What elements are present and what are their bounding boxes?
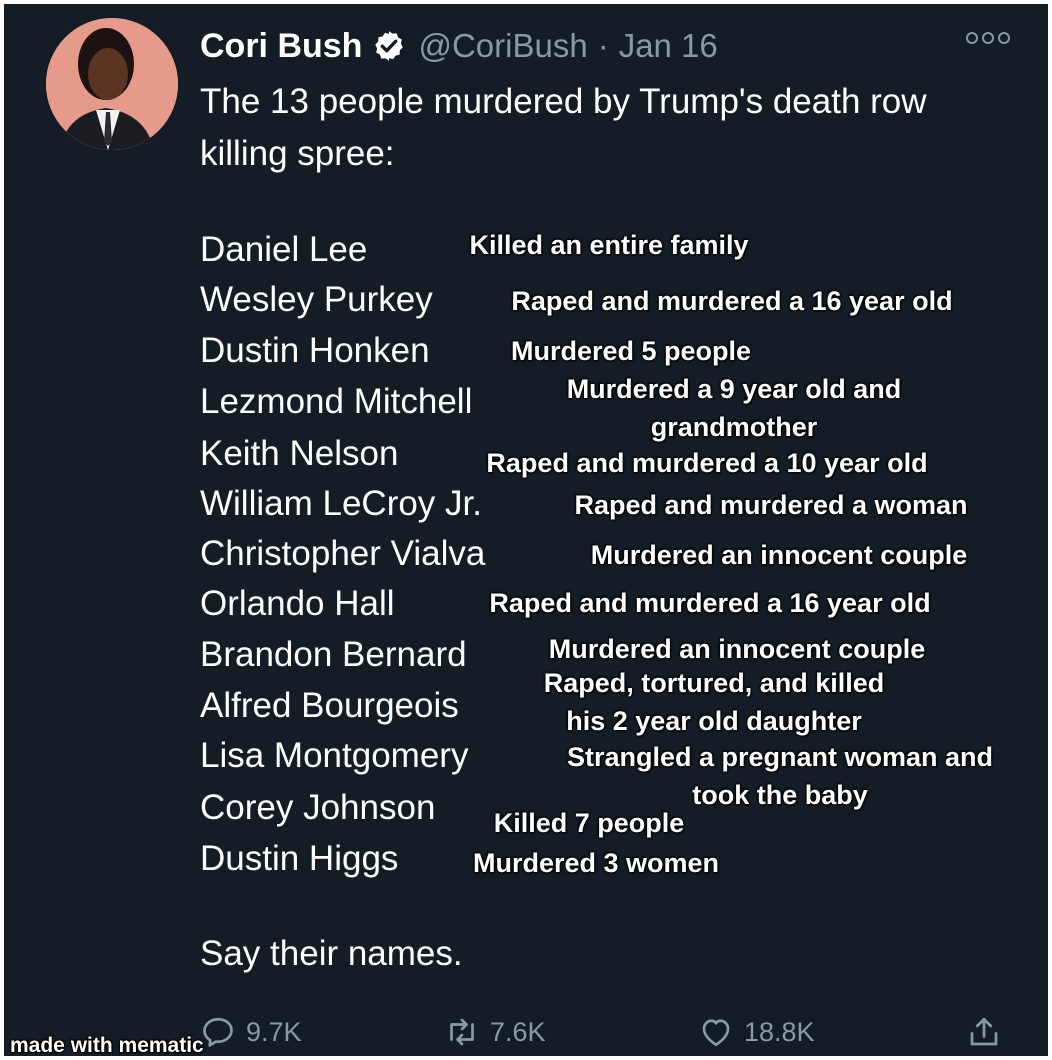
verified-badge-icon xyxy=(375,31,404,61)
tweet: Cori Bush @CoriBush · Jan 16 The 13 peop… xyxy=(4,4,1048,1056)
tweet-intro-text: The 13 people murdered by Trump's death … xyxy=(200,82,927,173)
crime-annotation-line: Raped, tortured, and killed xyxy=(543,668,885,698)
reply-count: 9.7K xyxy=(246,1016,302,1047)
crime-annotation: Raped and murdered a 16 year old xyxy=(450,586,970,620)
crime-annotation-line: Murdered 3 women xyxy=(472,848,720,878)
victim-name: Lezmond Mitchell xyxy=(200,382,473,421)
victim-name: Alfred Bourgeois xyxy=(200,686,459,725)
header-separator: · xyxy=(597,27,609,64)
victim-name: Daniel Lee xyxy=(200,230,368,269)
like-count: 18.8K xyxy=(744,1016,815,1047)
author-handle[interactable]: @CoriBush xyxy=(418,27,587,65)
victim-name: Brandon Bernard xyxy=(200,635,467,674)
tweet-outro-text: Say their names. xyxy=(200,934,463,973)
crime-annotation-line: Murdered 5 people xyxy=(510,336,752,366)
crime-annotation: Raped and murdered a 16 year old xyxy=(472,284,992,318)
crime-annotation: Murdered a 9 year old and grandmother xyxy=(524,370,944,446)
crime-annotation-line: Raped and murdered a 16 year old xyxy=(489,588,931,618)
share-button[interactable] xyxy=(966,1014,1002,1055)
watermark: made with mematic xyxy=(10,1034,204,1057)
avatar[interactable] xyxy=(46,18,178,150)
victim-name: Corey Johnson xyxy=(200,788,436,827)
heart-icon xyxy=(702,1019,730,1047)
crime-annotation: Raped and murdered a woman xyxy=(536,488,1006,522)
crime-annotation-line: Killed 7 people xyxy=(493,808,685,838)
like-button[interactable]: 18.8K xyxy=(698,1014,815,1050)
crime-annotation: Murdered 5 people xyxy=(486,334,776,368)
reply-button[interactable]: 9.7K xyxy=(200,1014,302,1050)
author-name[interactable]: Cori Bush xyxy=(200,27,362,66)
tweet-header: Cori Bush @CoriBush · Jan 16 xyxy=(200,24,718,68)
crime-annotation: Killed an entire family xyxy=(444,228,774,262)
crime-annotation: Murdered 3 women xyxy=(446,846,746,880)
crime-annotation-line: Raped and murdered a 16 year old xyxy=(511,286,953,316)
crime-annotation: Murdered an innocent couple xyxy=(554,538,1004,572)
crime-annotation-line: Murdered a 9 year old and xyxy=(566,374,902,404)
share-icon xyxy=(970,1017,998,1046)
victim-name: Lisa Montgomery xyxy=(200,736,469,775)
crime-annotation-line: Murdered an innocent couple xyxy=(590,540,968,570)
retweet-icon xyxy=(450,1018,474,1046)
crime-annotation-line: Strangled a pregnant woman and xyxy=(566,742,994,772)
victim-name: Keith Nelson xyxy=(200,434,399,473)
retweet-button[interactable]: 7.6K xyxy=(444,1014,546,1050)
crime-annotation-line: his 2 year old daughter xyxy=(566,706,862,736)
victim-name: Wesley Purkey xyxy=(200,280,433,319)
reply-icon xyxy=(203,1017,233,1047)
crime-annotation: Killed 7 people xyxy=(474,806,704,840)
crime-annotation: Murdered an innocent couple xyxy=(512,632,962,666)
crime-annotation-line: Raped and murdered a 10 year old xyxy=(486,448,928,478)
victim-name: Christopher Vialva xyxy=(200,534,486,573)
crime-annotation-line: Raped and murdered a woman xyxy=(574,490,968,520)
crime-annotation: Strangled a pregnant woman and took the b… xyxy=(522,738,1038,814)
more-options-icon[interactable] xyxy=(964,30,1012,51)
crime-annotation: Raped, tortured, and killed his 2 year ol… xyxy=(504,664,924,740)
crime-annotation-line: Killed an entire family xyxy=(469,230,749,260)
tweet-date[interactable]: Jan 16 xyxy=(619,27,718,65)
crime-annotation-line: Murdered an innocent couple xyxy=(548,634,926,664)
victim-name: William LeCroy Jr. xyxy=(200,484,482,523)
victim-name: Dustin Higgs xyxy=(200,839,399,878)
crime-annotation: Raped and murdered a 10 year old xyxy=(442,446,972,480)
victim-name: Orlando Hall xyxy=(200,584,395,623)
victim-name: Dustin Honken xyxy=(200,331,430,370)
crime-annotation-line: grandmother xyxy=(650,412,818,442)
retweet-count: 7.6K xyxy=(490,1016,546,1047)
avatar-image xyxy=(46,18,178,150)
